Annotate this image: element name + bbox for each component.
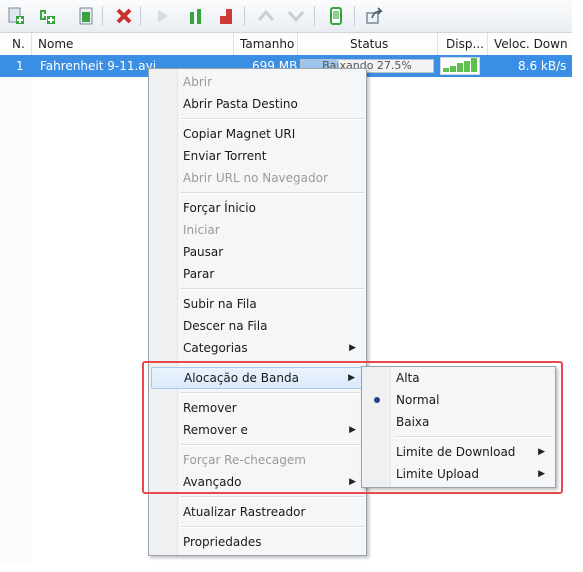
menu-item-label: Abrir Pasta Destino bbox=[183, 97, 298, 111]
move-up-icon[interactable] bbox=[254, 4, 278, 28]
menu-item-propriedades[interactable]: Propriedades bbox=[151, 531, 364, 553]
menu-item-forcar-re-checagem[interactable]: Forçar Re-checagem bbox=[151, 449, 364, 471]
menu-item-parar[interactable]: Parar bbox=[151, 263, 364, 285]
menu-item-label: Atualizar Rastreador bbox=[183, 505, 306, 519]
menu-separator bbox=[181, 288, 364, 290]
menu-item-label: Abrir bbox=[183, 75, 213, 89]
menu-separator bbox=[181, 392, 364, 394]
availability-bar bbox=[450, 65, 456, 72]
toolbar bbox=[0, 0, 572, 33]
menu-item-label: Descer na Fila bbox=[183, 319, 268, 333]
row-number: 1 bbox=[16, 59, 24, 73]
menu-item-alocacao-de-banda[interactable]: Alocação de Banda ▶ bbox=[151, 367, 364, 389]
menu-item-normal[interactable]: Normal bbox=[364, 389, 553, 411]
menu-separator bbox=[181, 496, 364, 498]
column-header-size[interactable]: Tamanho bbox=[234, 33, 298, 55]
availability-indicator bbox=[440, 57, 480, 75]
menu-item-abrir[interactable]: Abrir bbox=[151, 71, 364, 93]
menu-item-label: Parar bbox=[183, 267, 215, 281]
menu-item-pausar[interactable]: Pausar bbox=[151, 241, 364, 263]
menu-item-label: Remover bbox=[183, 401, 237, 415]
menu-item-categorias[interactable]: Categorias ▶ bbox=[151, 337, 364, 359]
column-header-number[interactable]: N. bbox=[0, 33, 32, 55]
menu-item-abrir-pasta-destino[interactable]: Abrir Pasta Destino bbox=[151, 93, 364, 115]
submenu-arrow-icon: ▶ bbox=[348, 373, 355, 383]
menu-item-label: Baixa bbox=[396, 415, 430, 429]
share-icon[interactable] bbox=[362, 4, 386, 28]
create-torrent-icon[interactable] bbox=[74, 4, 98, 28]
menu-item-label: Forçar Re-checagem bbox=[183, 453, 306, 467]
add-magnet-icon[interactable] bbox=[34, 4, 58, 28]
start-icon[interactable] bbox=[150, 4, 174, 28]
move-down-icon[interactable] bbox=[284, 4, 308, 28]
menu-item-abrir-url-no-navegador[interactable]: Abrir URL no Navegador bbox=[151, 167, 364, 189]
menu-separator bbox=[181, 526, 364, 528]
row-name: Fahrenheit 9-11.avi bbox=[40, 59, 157, 73]
menu-item-label: Limite de Download bbox=[396, 445, 516, 459]
menu-separator bbox=[181, 444, 364, 446]
menu-item-label: Forçar Ínicio bbox=[183, 201, 256, 215]
bandwidth-submenu: Alta Normal Baixa Limite de Download ▶ Limite… bbox=[361, 366, 556, 488]
column-header-down-speed[interactable]: Veloc. Down bbox=[488, 33, 572, 55]
menu-item-label: Remover e bbox=[183, 423, 248, 437]
column-header-status[interactable]: Status bbox=[298, 33, 438, 55]
menu-item-label: Normal bbox=[396, 393, 440, 407]
radio-selected-icon bbox=[374, 397, 380, 403]
menu-separator bbox=[181, 192, 364, 194]
availability-bar bbox=[464, 60, 470, 72]
menu-item-label: Propriedades bbox=[183, 535, 262, 549]
list-header: N. Nome Tamanho Status Disp... Veloc. Do… bbox=[0, 33, 572, 56]
menu-item-label: Abrir URL no Navegador bbox=[183, 171, 328, 185]
availability-bar bbox=[443, 68, 449, 72]
menu-item-baixa[interactable]: Baixa bbox=[364, 411, 553, 433]
availability-bar bbox=[457, 63, 463, 72]
menu-item-label: Copiar Magnet URI bbox=[183, 127, 296, 141]
submenu-arrow-icon: ▶ bbox=[349, 477, 356, 487]
menu-item-remover[interactable]: Remover bbox=[151, 397, 364, 419]
menu-item-subir-na-fila[interactable]: Subir na Fila bbox=[151, 293, 364, 315]
submenu-arrow-icon: ▶ bbox=[349, 343, 356, 353]
column-header-availability[interactable]: Disp... bbox=[438, 33, 488, 55]
menu-separator bbox=[181, 362, 364, 364]
menu-item-limite-upload[interactable]: Limite Upload ▶ bbox=[364, 463, 553, 485]
menu-item-forcar-inicio[interactable]: Forçar Ínicio bbox=[151, 197, 364, 219]
menu-item-atualizar-rastreador[interactable]: Atualizar Rastreador bbox=[151, 501, 364, 523]
stop-icon[interactable] bbox=[214, 4, 238, 28]
menu-separator bbox=[181, 118, 364, 120]
remove-icon[interactable] bbox=[112, 4, 136, 28]
remote-icon[interactable] bbox=[324, 4, 348, 28]
menu-item-label: Subir na Fila bbox=[183, 297, 257, 311]
menu-item-descer-na-fila[interactable]: Descer na Fila bbox=[151, 315, 364, 337]
menu-item-enviar-torrent[interactable]: Enviar Torrent bbox=[151, 145, 364, 167]
menu-item-label: Enviar Torrent bbox=[183, 149, 267, 163]
menu-item-label: Limite Upload bbox=[396, 467, 479, 481]
menu-item-label: Categorias bbox=[183, 341, 248, 355]
pause-icon[interactable] bbox=[184, 4, 208, 28]
menu-item-remover-e[interactable]: Remover e ▶ bbox=[151, 419, 364, 441]
column-header-name[interactable]: Nome bbox=[32, 33, 234, 55]
menu-item-avancado[interactable]: Avançado ▶ bbox=[151, 471, 364, 493]
menu-item-iniciar[interactable]: Iniciar bbox=[151, 219, 364, 241]
submenu-arrow-icon: ▶ bbox=[538, 447, 545, 457]
menu-item-label: Iniciar bbox=[183, 223, 220, 237]
menu-item-label: Alta bbox=[396, 371, 420, 385]
menu-item-label: Pausar bbox=[183, 245, 224, 259]
add-torrent-icon[interactable] bbox=[4, 4, 28, 28]
submenu-arrow-icon: ▶ bbox=[349, 425, 356, 435]
submenu-arrow-icon: ▶ bbox=[538, 469, 545, 479]
context-menu: Abrir Abrir Pasta Destino Copiar Magnet UR… bbox=[148, 68, 367, 556]
menu-item-label: Avançado bbox=[183, 475, 242, 489]
menu-item-limite-de-download[interactable]: Limite de Download ▶ bbox=[364, 441, 553, 463]
menu-item-copiar-magnet-uri[interactable]: Copiar Magnet URI bbox=[151, 123, 364, 145]
menu-separator bbox=[394, 436, 553, 438]
row-down-speed: 8.6 kB/s bbox=[518, 59, 567, 73]
menu-item-label: Alocação de Banda bbox=[184, 371, 299, 385]
availability-bar bbox=[471, 58, 477, 72]
menu-item-alta[interactable]: Alta bbox=[364, 367, 553, 389]
